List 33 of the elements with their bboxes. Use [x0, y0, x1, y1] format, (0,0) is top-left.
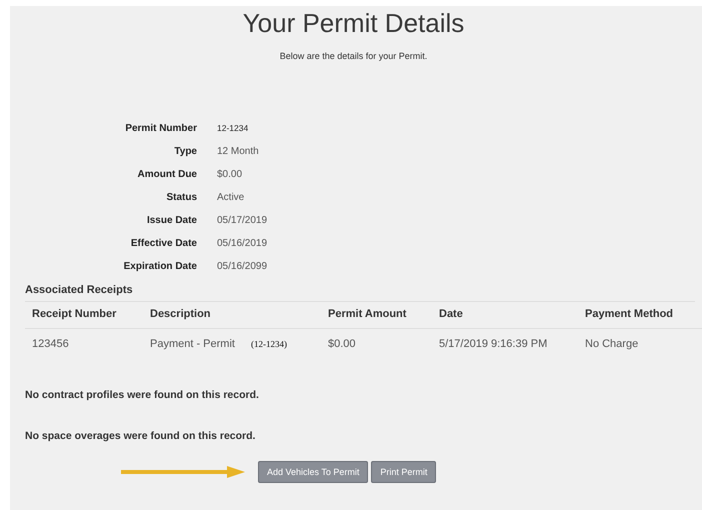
detail-value: 05/16/2099 [217, 260, 268, 274]
table-cell: 123456 [32, 338, 69, 350]
detail-value: 05/17/2019 [217, 214, 268, 228]
column-header: Permit Amount [321, 302, 432, 329]
status-message: No contract profiles were found on this record. [25, 389, 260, 401]
page-title: Your Permit Details [242, 8, 464, 39]
detail-label: Effective Date [130, 237, 197, 251]
detail-value: 12-1234 [217, 122, 250, 135]
status-message: No space overages were found on this record. [25, 430, 256, 442]
detail-label: Permit Number [124, 122, 197, 136]
detail-label: Expiration Date [122, 260, 197, 274]
table-cell: No Charge [585, 338, 638, 350]
arrow-icon [119, 465, 247, 479]
detail-value: 12 Month [217, 145, 260, 159]
page-subtitle: Below are the details for your Permit. [280, 51, 428, 61]
action-button[interactable]: Print Permit [371, 461, 436, 483]
detail-label: Amount Due [136, 168, 197, 182]
table-cell: 5/17/2019 9:16:39 PM [439, 338, 548, 350]
detail-label: Issue Date [146, 214, 197, 228]
detail-label: Type [173, 145, 197, 159]
permit-reference: (12-1234) [250, 339, 287, 349]
table-cell: Payment - Permit [150, 338, 235, 350]
column-header: Payment Method [578, 302, 702, 329]
column-header: Receipt Number [25, 302, 143, 329]
detail-value: 05/16/2019 [217, 237, 268, 251]
detail-label: Status [165, 191, 197, 205]
action-button[interactable]: Add Vehicles To Permit [258, 461, 368, 483]
detail-value: Active [217, 191, 246, 205]
table-cell: $0.00 [328, 338, 356, 350]
column-header: Date [432, 302, 578, 329]
section-heading: Associated Receipts [25, 284, 695, 302]
detail-value: $0.00 [217, 168, 244, 182]
column-header: Description [143, 302, 321, 329]
